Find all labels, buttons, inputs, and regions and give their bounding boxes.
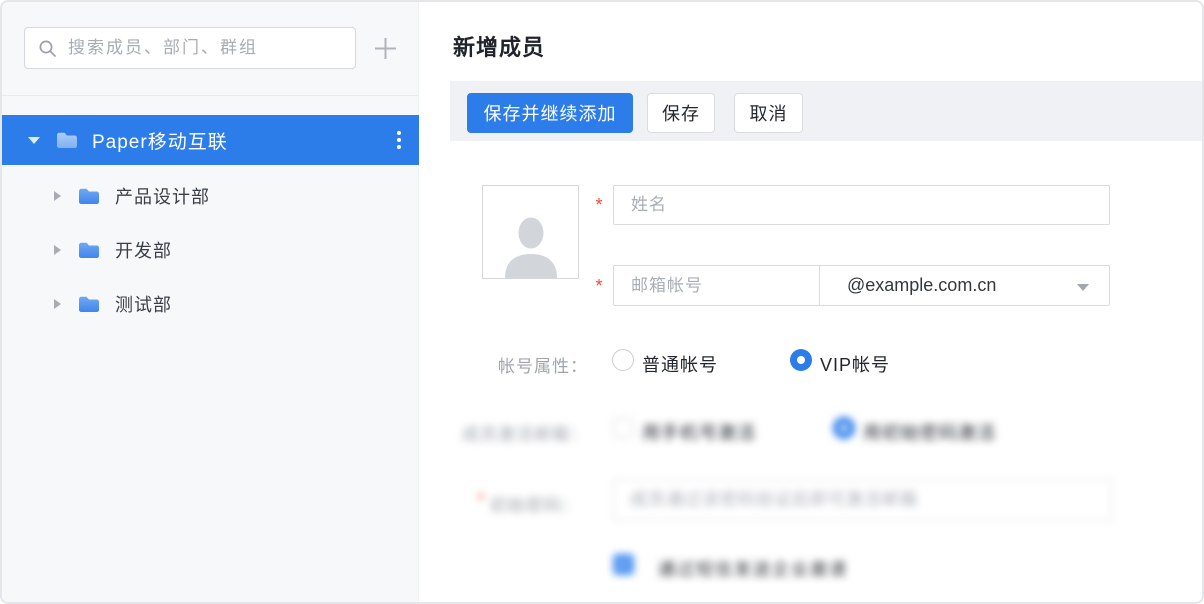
initial-password-label: 初始密码： xyxy=(490,491,590,516)
radio-phone-activation[interactable] xyxy=(612,417,634,439)
radio-password-activation[interactable] xyxy=(833,417,855,439)
radio-option-label[interactable]: 用手机号激活 xyxy=(642,419,756,445)
app-window: Paper移动互联 产品设计部 开发部 xyxy=(0,0,1204,604)
sms-invite-checkbox[interactable] xyxy=(613,554,634,575)
required-mark: * xyxy=(474,490,488,511)
initial-password-input[interactable] xyxy=(612,479,1112,521)
blurred-section: 成员激活邮箱： 用手机号激活 用初始密码激活 * 初始密码： 通过短信发送企业邀… xyxy=(2,2,1202,602)
sms-invite-label: 通过短信发送企业邀请 xyxy=(658,555,848,580)
radio-option-label[interactable]: 用初始密码激活 xyxy=(863,419,996,445)
activation-label: 成员激活邮箱： xyxy=(422,420,588,445)
